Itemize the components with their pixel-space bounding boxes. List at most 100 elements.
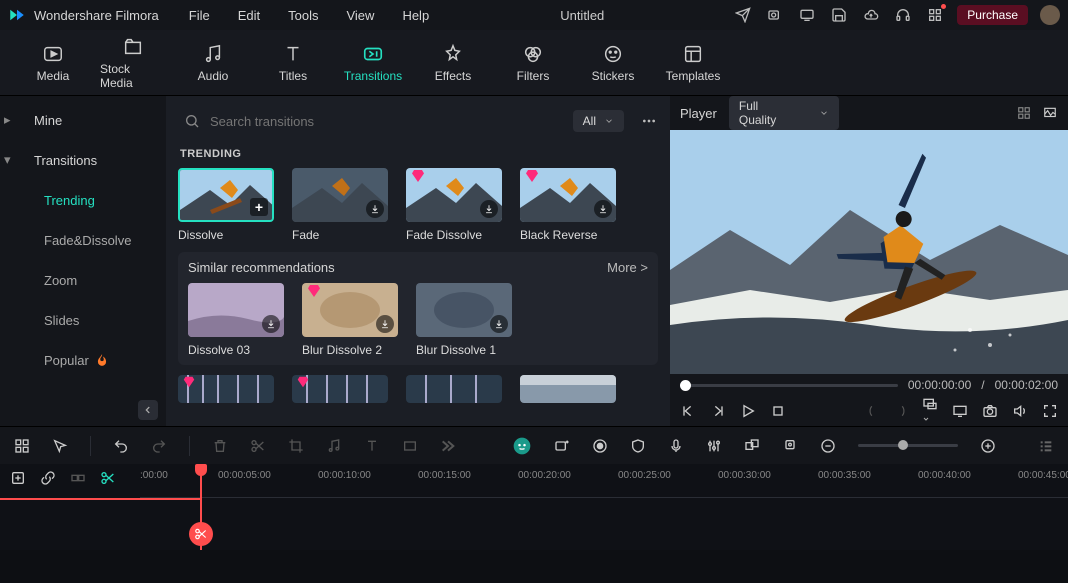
timeline-ruler[interactable]: :00:00 00:00:05:00 00:00:10:00 00:00:15:… [140,464,1068,498]
transition-row2-4[interactable] [520,375,616,403]
split-icon[interactable] [250,438,266,454]
tab-templates[interactable]: Templates [660,43,726,83]
text-icon[interactable] [364,438,380,454]
tab-audio[interactable]: Audio [180,43,246,83]
menu-edit[interactable]: Edit [238,8,260,23]
volume-icon[interactable] [1012,403,1028,419]
transition-row2-2[interactable] [292,375,388,403]
enhance-icon[interactable] [554,438,570,454]
cut-tool-icon[interactable] [100,470,116,544]
download-icon[interactable] [262,315,280,333]
group-icon[interactable] [744,438,760,454]
headphones-icon[interactable] [895,7,911,23]
transition-dissolve-03[interactable]: Dissolve 03 [188,283,284,357]
collapse-sidebar-button[interactable] [138,400,158,420]
next-frame-icon[interactable] [710,403,726,419]
scope-icon[interactable] [1042,106,1058,120]
layout-icon[interactable] [922,396,938,426]
tab-filters[interactable]: Filters [500,43,566,83]
menu-tools[interactable]: Tools [288,8,318,23]
play-icon[interactable] [740,403,756,419]
layout-grid-icon[interactable] [14,438,30,454]
save-icon[interactable] [831,7,847,23]
music-icon[interactable] [326,438,342,454]
menu-help[interactable]: Help [402,8,429,23]
zoom-out-icon[interactable] [820,438,836,454]
search-input[interactable] [210,114,563,129]
tab-stickers[interactable]: Stickers [580,43,646,83]
mark-out-icon[interactable] [894,403,908,419]
delete-icon[interactable] [212,438,228,454]
stop-icon[interactable] [770,403,786,419]
display-icon[interactable] [952,403,968,419]
download-icon[interactable] [594,200,612,218]
download-icon[interactable] [480,200,498,218]
zoom-slider[interactable] [858,444,958,447]
ai-icon[interactable] [512,436,532,456]
apps-icon[interactable] [927,7,943,23]
add-icon[interactable]: + [250,198,268,216]
monitor-icon[interactable] [799,7,815,23]
download-icon[interactable] [490,315,508,333]
sidebar-sub-trending[interactable]: Trending [0,180,166,220]
sidebar-sub-slides[interactable]: Slides [0,300,166,340]
transition-row2-1[interactable] [178,375,274,403]
timeline[interactable]: :00:00 00:00:05:00 00:00:10:00 00:00:15:… [0,464,1068,550]
marker-icon[interactable] [782,438,798,454]
list-icon[interactable] [1038,438,1054,454]
filter-dropdown[interactable]: All [573,110,624,132]
tab-stock-media[interactable]: Stock Media [100,36,166,90]
more-link[interactable]: More > [607,260,648,275]
cloud-icon[interactable] [863,7,879,23]
grid-view-icon[interactable] [1016,106,1032,120]
prev-frame-icon[interactable] [680,403,696,419]
playhead[interactable] [200,464,202,550]
preview-viewport[interactable] [670,130,1068,374]
tab-media[interactable]: Media [20,43,86,83]
ripple-icon[interactable] [70,470,86,544]
overflow-icon[interactable] [440,438,456,454]
tab-titles[interactable]: Titles [260,43,326,83]
record-icon[interactable] [767,7,783,23]
snapshot-icon[interactable] [982,403,998,419]
mark-in-icon[interactable] [866,403,880,419]
transition-fade[interactable]: Fade [292,168,388,242]
sidebar-sub-popular[interactable]: Popular [0,340,166,380]
add-track-icon[interactable] [10,470,26,544]
transition-row2-3[interactable] [406,375,502,403]
sidebar-sub-fade-dissolve[interactable]: Fade&Dissolve [0,220,166,260]
transition-blur-dissolve-2[interactable]: Blur Dissolve 2 [302,283,398,357]
pointer-icon[interactable] [52,438,68,454]
menu-file[interactable]: File [189,8,210,23]
transition-black-reverse[interactable]: Black Reverse [520,168,616,242]
zoom-in-icon[interactable] [980,438,996,454]
purchase-button[interactable]: Purchase [957,5,1028,25]
download-icon[interactable] [376,315,394,333]
mic-icon[interactable] [668,438,684,454]
more-menu-icon[interactable] [640,113,658,129]
scrub-bar[interactable] [680,384,898,387]
transition-fade-dissolve[interactable]: Fade Dissolve [406,168,502,242]
scissor-icon[interactable] [189,522,213,546]
tab-transitions[interactable]: Transitions [340,43,406,83]
link-icon[interactable] [40,470,56,544]
send-icon[interactable] [735,7,751,23]
crop-icon[interactable] [288,438,304,454]
record-tool-icon[interactable] [592,438,608,454]
aspect-icon[interactable] [402,438,418,454]
redo-icon[interactable] [151,438,167,454]
sidebar-item-mine[interactable]: ▸Mine [0,100,166,140]
sidebar-item-transitions[interactable]: ▾Transitions [0,140,166,180]
adjust-icon[interactable] [706,438,722,454]
undo-icon[interactable] [113,438,129,454]
shield-icon[interactable] [630,438,646,454]
fullscreen-icon[interactable] [1042,403,1058,419]
download-icon[interactable] [366,200,384,218]
tab-effects[interactable]: Effects [420,43,486,83]
sidebar-sub-zoom[interactable]: Zoom [0,260,166,300]
quality-dropdown[interactable]: Full Quality [729,96,839,130]
menu-view[interactable]: View [346,8,374,23]
transition-blur-dissolve-1[interactable]: Blur Dissolve 1 [416,283,512,357]
avatar[interactable] [1040,5,1060,25]
transition-dissolve[interactable]: + Dissolve [178,168,274,242]
